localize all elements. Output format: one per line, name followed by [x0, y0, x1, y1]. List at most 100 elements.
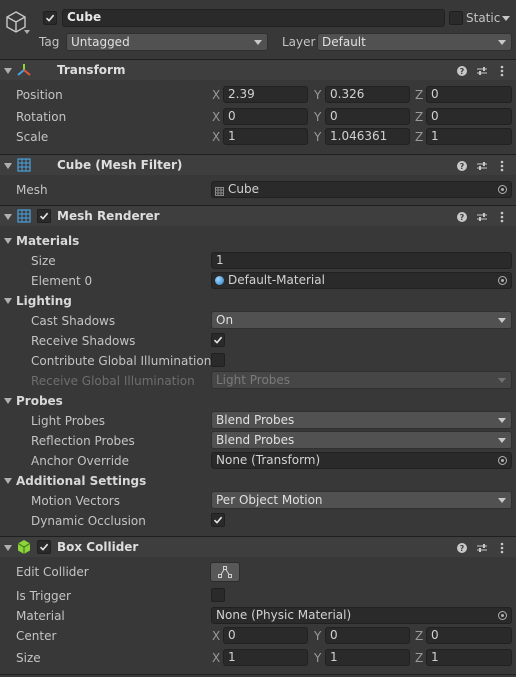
center-x-field[interactable]: 0	[223, 627, 308, 644]
center-y-axis[interactable]: Y	[314, 629, 321, 643]
receive-gi-label: Receive Global Illumination	[31, 374, 195, 388]
size-x-field[interactable]: 1	[223, 649, 308, 666]
object-picker-icon[interactable]	[498, 456, 507, 465]
sliders-icon[interactable]	[476, 210, 488, 224]
mesh-object-field[interactable]: Cube	[211, 181, 512, 198]
center-label[interactable]: Center	[16, 629, 56, 643]
sliders-icon[interactable]	[476, 159, 488, 173]
size-y-axis[interactable]: Y	[314, 651, 321, 665]
transform-header[interactable]: Transform ?	[0, 59, 516, 80]
rotation-x-field[interactable]: 0	[223, 108, 308, 125]
static-checkbox[interactable]	[449, 11, 463, 25]
size-y-field[interactable]: 1	[325, 649, 410, 666]
sliders-icon[interactable]	[476, 64, 488, 78]
reflection-probes-dropdown[interactable]: Blend Probes	[211, 431, 512, 449]
foldout-arrow-icon[interactable]	[4, 545, 12, 551]
scale-y-axis[interactable]: Y	[314, 130, 321, 144]
rotation-label[interactable]: Rotation	[16, 110, 66, 124]
scale-label[interactable]: Scale	[16, 130, 48, 144]
object-picker-icon[interactable]	[498, 185, 507, 194]
additional-settings-label[interactable]: Additional Settings	[16, 474, 146, 488]
object-picker-icon[interactable]	[498, 611, 507, 620]
layer-dropdown[interactable]: Default	[317, 33, 512, 51]
foldout-arrow-icon[interactable]	[4, 68, 12, 74]
help-icon[interactable]: ?	[456, 159, 468, 173]
object-icon-dropdown-caret[interactable]	[24, 30, 30, 34]
dynamic-occlusion-checkbox[interactable]	[211, 513, 225, 527]
center-z-field[interactable]: 0	[426, 627, 512, 644]
kebab-menu-icon[interactable]	[496, 210, 508, 224]
motion-vectors-dropdown[interactable]: Per Object Motion	[211, 491, 512, 509]
center-z-axis[interactable]: Z	[415, 629, 423, 643]
help-icon[interactable]: ?	[456, 541, 468, 555]
scale-z-field[interactable]: 1	[426, 128, 512, 145]
component-header-actions: ?	[456, 159, 508, 173]
grid-icon	[17, 158, 31, 172]
collider-size-label[interactable]: Size	[16, 651, 41, 665]
position-label[interactable]: Position	[16, 88, 63, 102]
motion-vectors-label: Motion Vectors	[31, 494, 120, 508]
object-name-input[interactable]: Cube	[62, 9, 445, 27]
scale-y-field[interactable]: 1.046361	[325, 128, 410, 145]
center-x-axis[interactable]: X	[212, 629, 220, 643]
sliders-icon[interactable]	[476, 541, 488, 555]
receive-shadows-checkbox[interactable]	[211, 333, 225, 347]
component-header-actions: ?	[456, 210, 508, 224]
position-y-field[interactable]: 0.326	[325, 86, 410, 103]
materials-size-field[interactable]: 1	[211, 252, 512, 269]
kebab-menu-icon[interactable]	[496, 541, 508, 555]
rotation-x-axis[interactable]: X	[212, 110, 220, 124]
position-y-axis[interactable]: Y	[314, 88, 321, 102]
probes-label[interactable]: Probes	[16, 394, 63, 408]
object-picker-icon[interactable]	[498, 276, 507, 285]
size-z-axis[interactable]: Z	[415, 651, 423, 665]
materials-foldout-arrow-icon[interactable]	[4, 238, 12, 244]
lighting-foldout-arrow-icon[interactable]	[4, 298, 12, 304]
anchor-override-field[interactable]: None (Transform)	[211, 452, 512, 469]
position-z-field[interactable]: 0	[426, 86, 512, 103]
scale-x-field[interactable]: 1	[223, 128, 308, 145]
position-x-axis[interactable]: X	[212, 88, 220, 102]
physic-material-field[interactable]: None (Physic Material)	[211, 607, 512, 624]
rotation-z-axis[interactable]: Z	[415, 110, 423, 124]
size-x-axis[interactable]: X	[212, 651, 220, 665]
element0-object-field[interactable]: Default-Material	[211, 272, 512, 289]
tag-dropdown[interactable]: Untagged	[66, 33, 268, 51]
help-icon[interactable]: ?	[456, 64, 468, 78]
motion-vectors-value: Per Object Motion	[216, 493, 323, 507]
box-collider-header[interactable]: Box Collider ?	[0, 536, 516, 557]
foldout-arrow-icon[interactable]	[4, 214, 12, 220]
kebab-menu-icon[interactable]	[496, 159, 508, 173]
probes-foldout-arrow-icon[interactable]	[4, 398, 12, 404]
foldout-arrow-icon[interactable]	[4, 163, 12, 169]
reflection-probes-value: Blend Probes	[216, 433, 295, 447]
light-probes-dropdown[interactable]: Blend Probes	[211, 411, 512, 429]
kebab-menu-icon[interactable]	[496, 64, 508, 78]
component-header-actions: ?	[456, 64, 508, 78]
rotation-z-field[interactable]: 0	[426, 108, 512, 125]
is-trigger-checkbox[interactable]	[211, 588, 225, 602]
size-z-field[interactable]: 1	[426, 649, 512, 666]
additional-foldout-arrow-icon[interactable]	[4, 478, 12, 484]
scale-x-axis[interactable]: X	[212, 130, 220, 144]
help-icon[interactable]: ?	[456, 210, 468, 224]
scale-z-axis[interactable]: Z	[415, 130, 423, 144]
contribute-gi-checkbox[interactable]	[211, 353, 225, 367]
reflection-probes-label: Reflection Probes	[31, 434, 135, 448]
mesh-renderer-enabled-checkbox[interactable]	[37, 209, 51, 223]
mesh-renderer-header[interactable]: Mesh Renderer ?	[0, 205, 516, 226]
position-z-axis[interactable]: Z	[415, 88, 423, 102]
static-dropdown-caret[interactable]	[502, 16, 510, 21]
mesh-filter-header[interactable]: Cube (Mesh Filter) ?	[0, 154, 516, 175]
center-y-field[interactable]: 0	[325, 627, 410, 644]
lighting-label[interactable]: Lighting	[16, 294, 72, 308]
cast-shadows-dropdown[interactable]: On	[211, 311, 512, 329]
box-collider-enabled-checkbox[interactable]	[37, 540, 51, 554]
edit-collider-button[interactable]	[210, 562, 240, 582]
rotation-y-field[interactable]: 0	[325, 108, 410, 125]
object-active-checkbox[interactable]	[43, 11, 57, 25]
svg-text:?: ?	[460, 67, 465, 76]
position-x-field[interactable]: 2.39	[223, 86, 308, 103]
materials-label[interactable]: Materials	[16, 234, 79, 248]
rotation-y-axis[interactable]: Y	[314, 110, 321, 124]
